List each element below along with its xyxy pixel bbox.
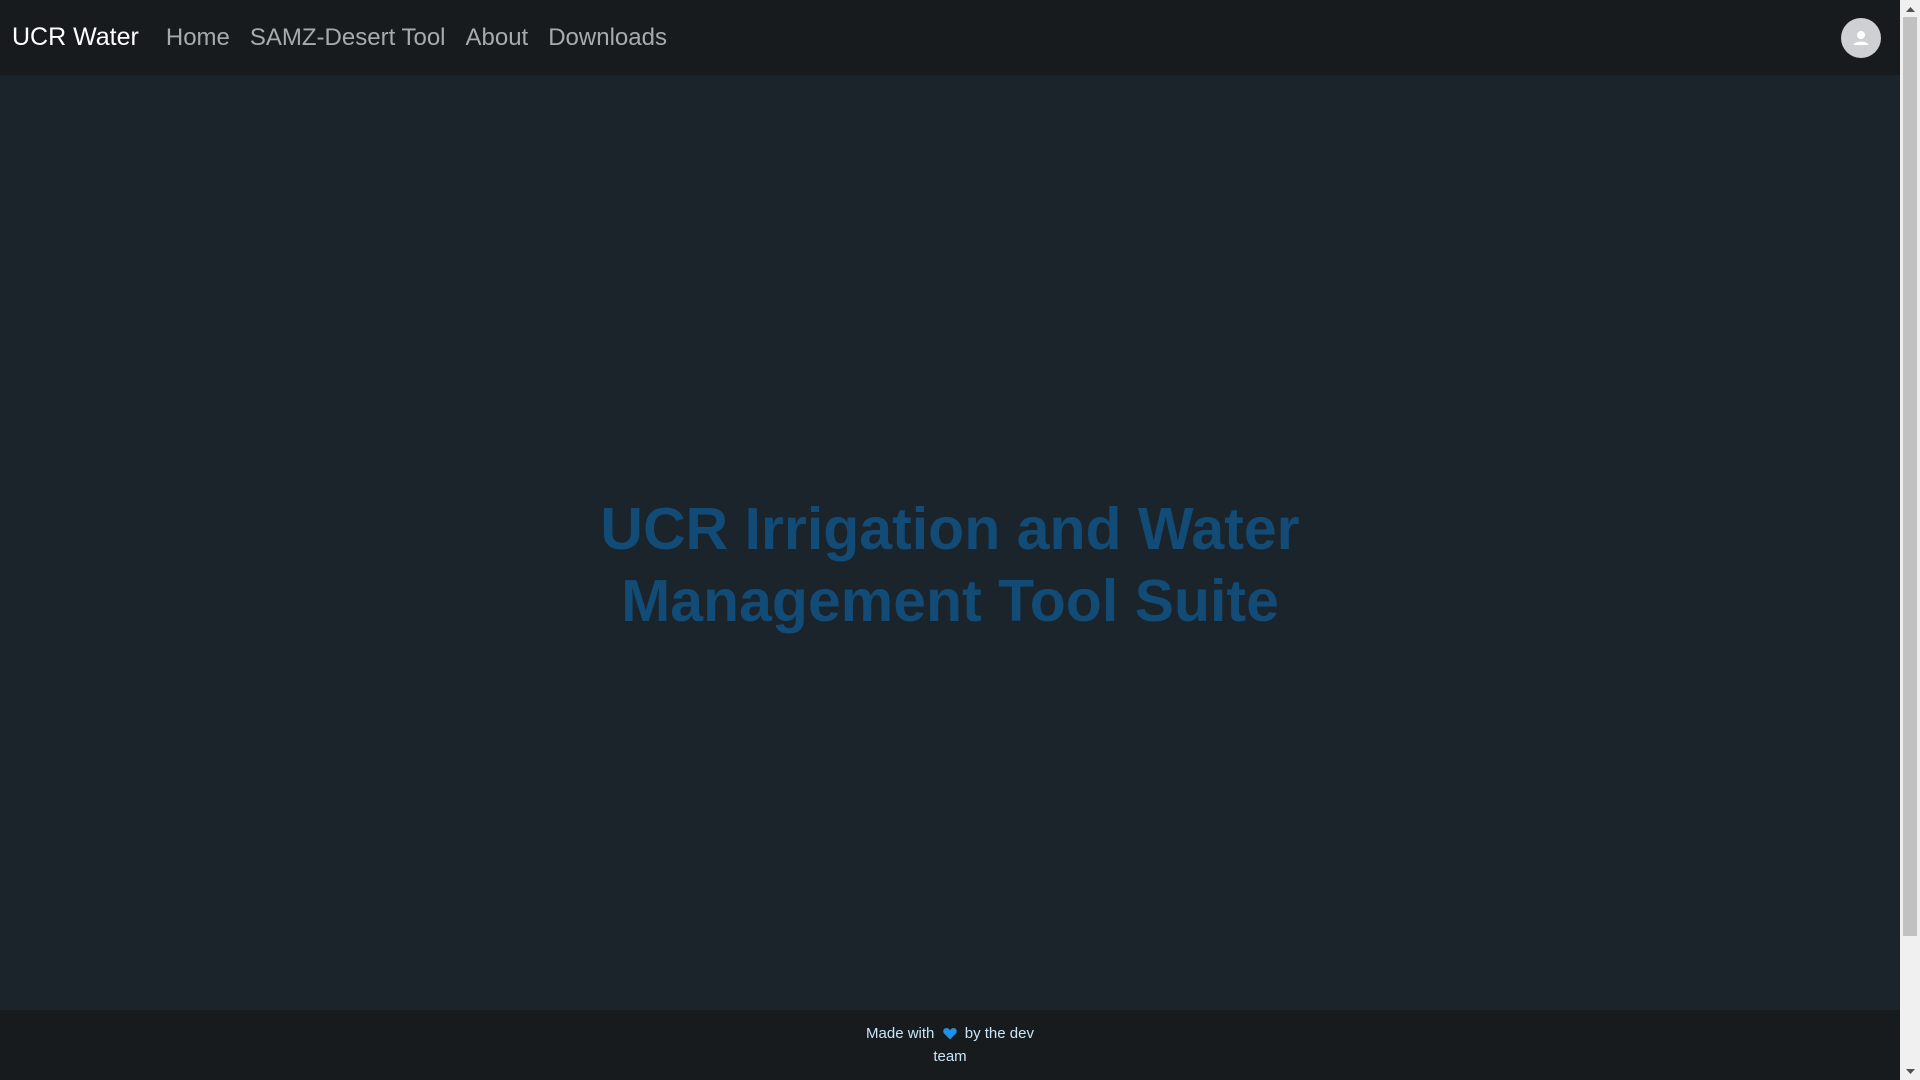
footer-text: Made with by the dev team (855, 1022, 1045, 1068)
nav-link-samz-desert-tool[interactable]: SAMZ-Desert Tool (240, 24, 456, 52)
nav-links: Home SAMZ-Desert Tool About Downloads (156, 0, 677, 75)
page-title: UCR Irrigation and Water Management Tool… (600, 495, 1300, 634)
nav-link-downloads[interactable]: Downloads (538, 24, 677, 52)
nav-link-about[interactable]: About (456, 24, 539, 52)
scrollbar-thumb[interactable] (1903, 17, 1917, 936)
brand-link[interactable]: UCR Water (12, 23, 139, 52)
scroll-up-arrow-icon[interactable] (1900, 0, 1920, 17)
footer-made-with: Made with (866, 1025, 935, 1042)
heart-icon (942, 1028, 957, 1040)
main-content: UCR Irrigation and Water Management Tool… (0, 75, 1900, 1010)
user-avatar-button[interactable] (1841, 18, 1881, 58)
nav-link-home[interactable]: Home (156, 24, 240, 52)
top-navbar: UCR Water Home SAMZ-Desert Tool About Do… (0, 0, 1900, 75)
scroll-down-arrow-icon[interactable] (1900, 1063, 1920, 1080)
vertical-scrollbar[interactable] (1900, 0, 1920, 1080)
footer: Made with by the dev team (0, 1010, 1900, 1080)
user-avatar-icon (1853, 31, 1869, 45)
